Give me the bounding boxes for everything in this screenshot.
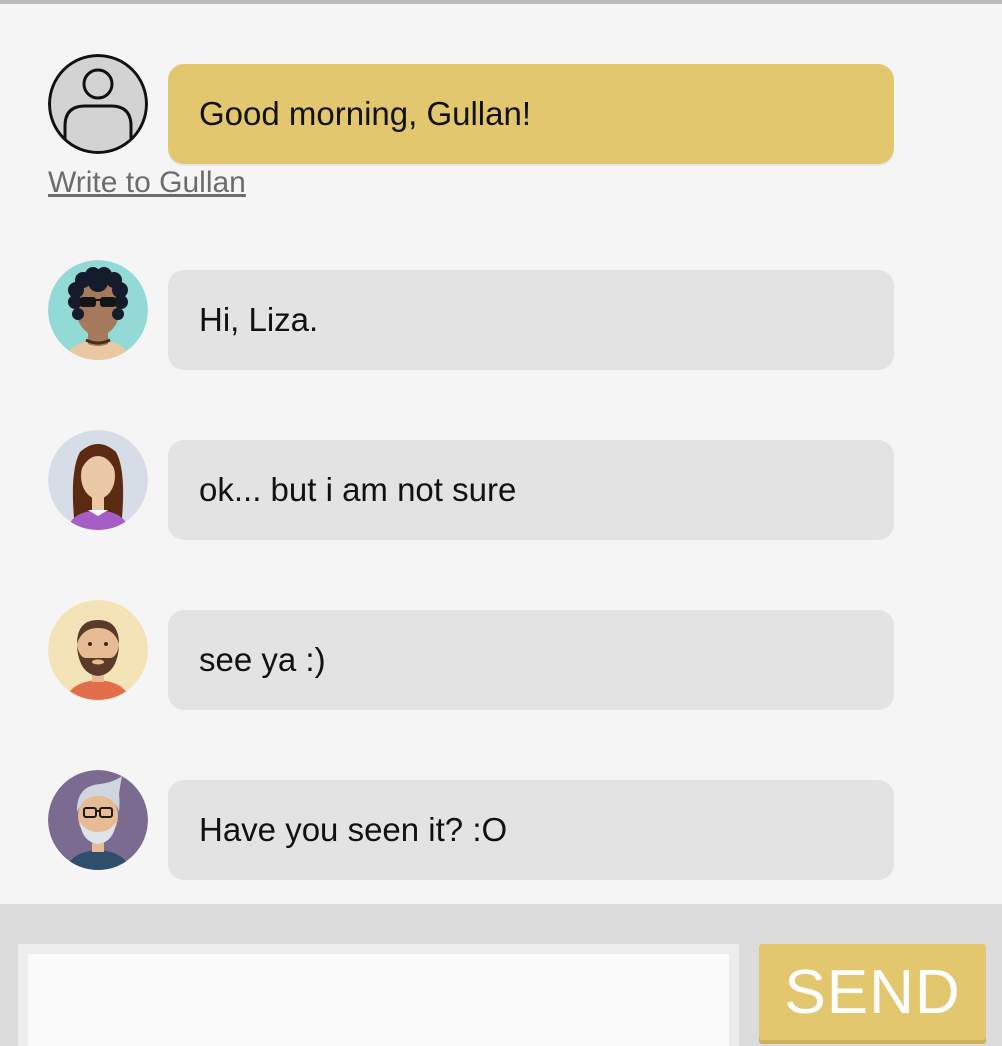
- curly-hair-sunglasses-avatar: [48, 260, 148, 360]
- chat-messages: Good morning, Gullan! Write to Gullan Hi…: [0, 4, 1002, 904]
- message-text: Hi, Liza.: [199, 301, 319, 338]
- message-bubble: ok... but i am not sure: [168, 440, 894, 540]
- message-text: Good morning, Gullan!: [199, 95, 532, 132]
- message-bubble: Hi, Liza.: [168, 270, 894, 370]
- message-input[interactable]: [28, 954, 729, 1046]
- message-text: see ya :): [199, 641, 326, 678]
- user-placeholder-icon: [48, 54, 148, 154]
- send-button[interactable]: SEND: [759, 944, 986, 1040]
- write-to-link[interactable]: Write to Gullan: [48, 166, 246, 200]
- message-bubble: Have you seen it? :O: [168, 780, 894, 880]
- message-input-frame: [18, 944, 739, 1046]
- message-composer: SEND: [0, 904, 1002, 1046]
- long-hair-woman-avatar: [48, 430, 148, 530]
- old-man-glasses-avatar: [48, 770, 148, 870]
- message-text: ok... but i am not sure: [199, 471, 517, 508]
- bearded-man-avatar: [48, 600, 148, 700]
- message-bubble-self: Good morning, Gullan!: [168, 64, 894, 164]
- message-bubble: see ya :): [168, 610, 894, 710]
- message-text: Have you seen it? :O: [199, 811, 508, 848]
